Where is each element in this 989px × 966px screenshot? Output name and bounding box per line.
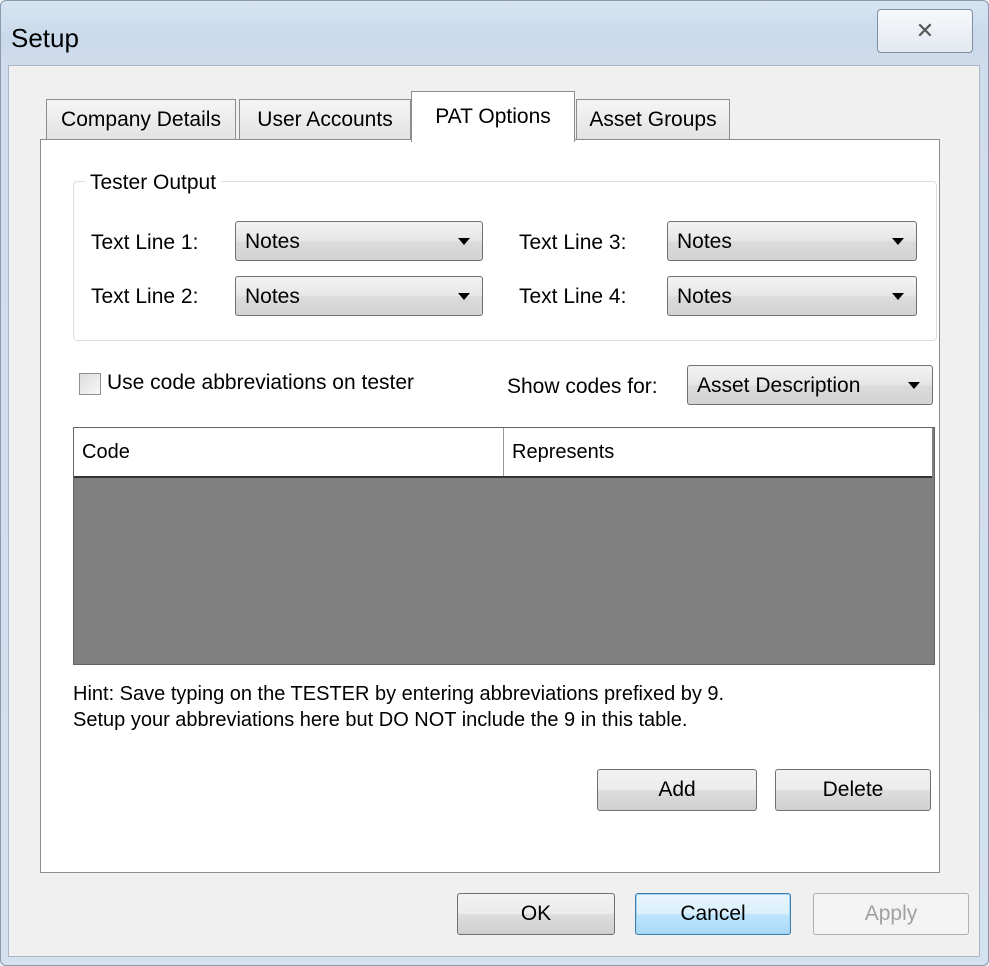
chevron-down-icon: [892, 238, 904, 245]
chevron-down-icon: [458, 238, 470, 245]
ok-button[interactable]: OK: [457, 893, 615, 935]
tab-asset-groups[interactable]: Asset Groups: [576, 99, 730, 140]
apply-button[interactable]: Apply: [813, 893, 969, 935]
text-line-3-value: Notes: [677, 230, 732, 253]
text-line-2-label: Text Line 2:: [91, 285, 199, 308]
text-line-3-label: Text Line 3:: [519, 231, 627, 254]
tab-company-details[interactable]: Company Details: [46, 99, 236, 140]
tester-output-legend: Tester Output: [85, 171, 222, 195]
abbreviations-table[interactable]: Code Represents: [73, 427, 935, 665]
close-icon: ✕: [915, 18, 935, 43]
column-header-code[interactable]: Code: [74, 428, 504, 476]
tester-output-group: [73, 181, 937, 341]
text-line-2-value: Notes: [245, 285, 300, 308]
use-code-abbreviations-checkbox[interactable]: [79, 373, 101, 395]
text-line-1-select[interactable]: Notes: [235, 221, 483, 261]
close-button[interactable]: ✕: [877, 9, 973, 53]
show-codes-value: Asset Description: [697, 374, 861, 397]
hint-line-2: Setup your abbreviations here but DO NOT…: [73, 709, 688, 731]
text-line-4-value: Notes: [677, 285, 732, 308]
column-header-represents[interactable]: Represents: [504, 428, 932, 476]
cancel-button[interactable]: Cancel: [635, 893, 791, 935]
chevron-down-icon: [458, 293, 470, 300]
table-header: Code Represents: [74, 428, 932, 478]
text-line-4-label: Text Line 4:: [519, 285, 627, 308]
add-button[interactable]: Add: [597, 769, 757, 811]
window-title: Setup: [11, 23, 79, 53]
show-codes-select[interactable]: Asset Description: [687, 365, 933, 405]
tab-user-accounts[interactable]: User Accounts: [239, 99, 411, 140]
tab-pat-options[interactable]: PAT Options: [411, 91, 575, 142]
text-line-3-select[interactable]: Notes: [667, 221, 917, 261]
text-line-4-select[interactable]: Notes: [667, 276, 917, 316]
chevron-down-icon: [908, 382, 920, 389]
text-line-1-value: Notes: [245, 230, 300, 253]
setup-dialog: Setup ✕ Company Details User Accounts PA…: [0, 0, 989, 966]
show-codes-label: Show codes for:: [507, 375, 658, 398]
use-code-abbreviations-label[interactable]: Use code abbreviations on tester: [107, 371, 414, 395]
text-line-1-label: Text Line 1:: [91, 231, 199, 254]
hint-line-1: Hint: Save typing on the TESTER by enter…: [73, 683, 725, 705]
text-line-2-select[interactable]: Notes: [235, 276, 483, 316]
chevron-down-icon: [892, 293, 904, 300]
delete-button[interactable]: Delete: [775, 769, 931, 811]
